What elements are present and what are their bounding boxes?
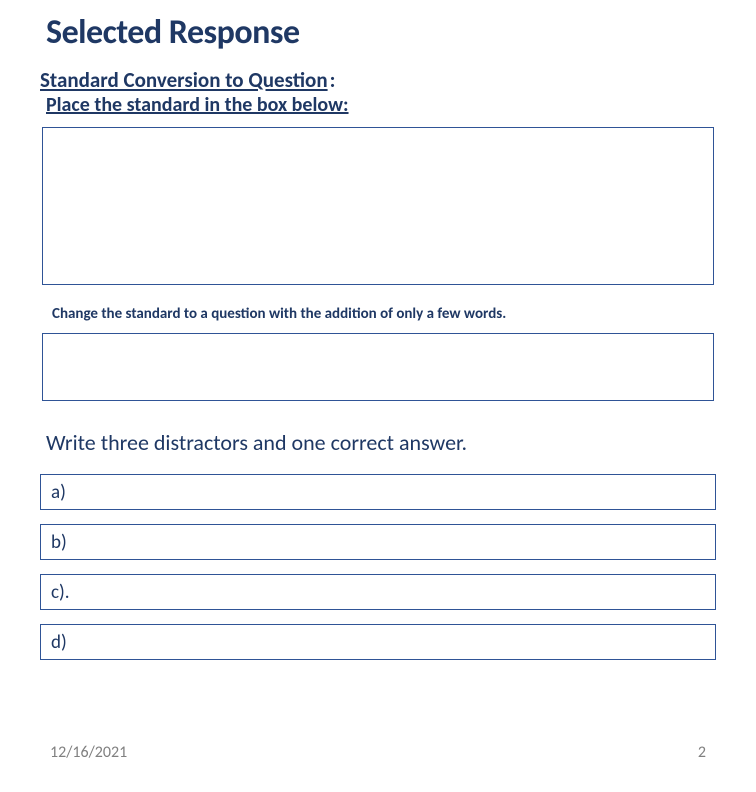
answer-option-b[interactable]: b)	[40, 524, 716, 560]
page-footer: 12/16/2021 2	[50, 743, 706, 762]
answer-option-a[interactable]: a)	[40, 474, 716, 510]
footer-date: 12/16/2021	[50, 743, 127, 762]
answer-label-a: a)	[51, 481, 66, 504]
subtitle-text: Standard Conversion to Question	[40, 67, 328, 93]
instruction-place-standard: Place the standard in the box below:	[46, 93, 718, 117]
question-input-box[interactable]	[42, 333, 714, 401]
instruction-change-question: Change the standard to a question with t…	[52, 305, 718, 323]
subtitle-colon: :	[330, 67, 336, 93]
subtitle-line: Standard Conversion to Question:	[38, 67, 718, 93]
answer-option-d[interactable]: d)	[40, 624, 716, 660]
footer-page-number: 2	[698, 743, 706, 762]
instruction-distractors: Write three distractors and one correct …	[46, 429, 718, 456]
answer-label-c: c).	[51, 581, 70, 604]
answer-label-b: b)	[51, 531, 67, 554]
page-title: Selected Response	[46, 12, 718, 53]
answer-label-d: d)	[51, 631, 67, 654]
answer-option-c[interactable]: c).	[40, 574, 716, 610]
standard-input-box[interactable]	[42, 127, 714, 285]
